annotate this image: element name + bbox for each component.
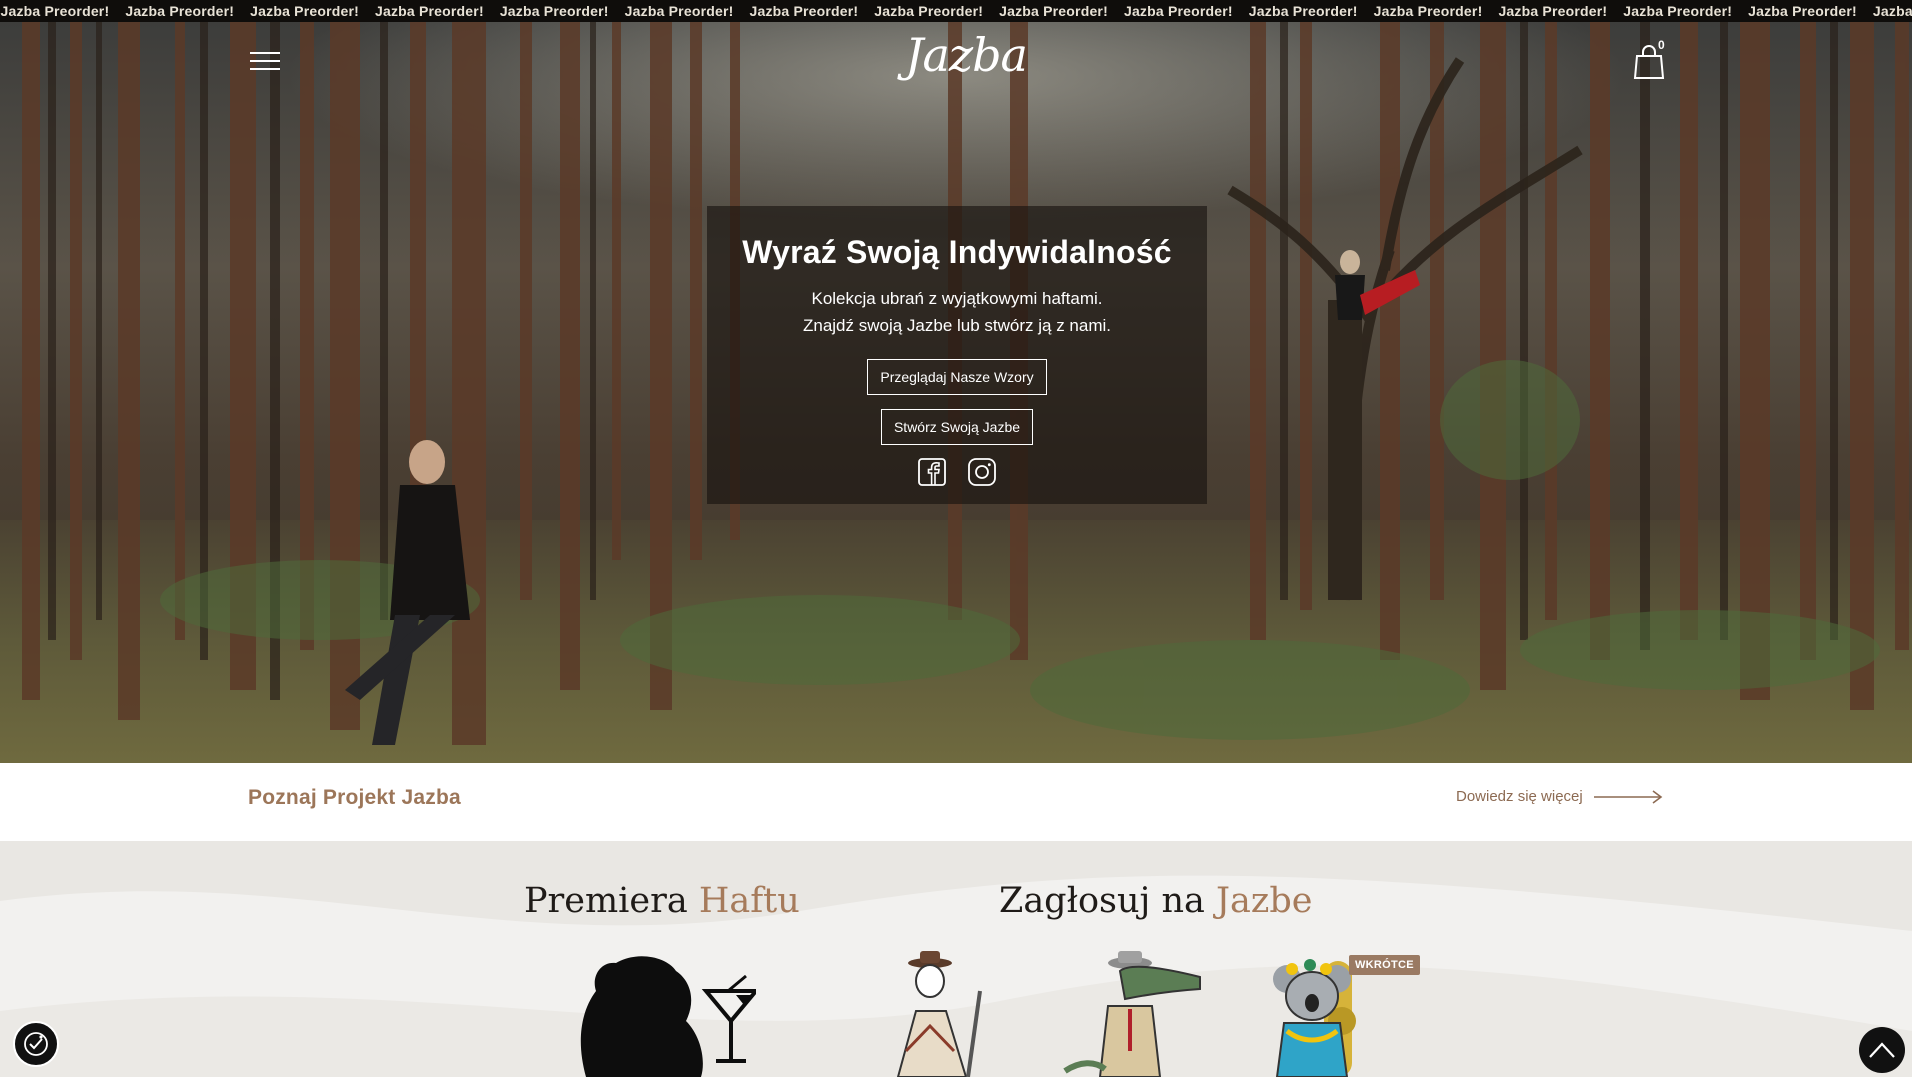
premiere-title-accent: Haftu [698,881,800,921]
premiere-bear-embroidery-image[interactable] [556,951,756,1077]
marquee-item: Jazba Preorder! [749,3,859,19]
marquee-item: Jazba Preorder! [250,3,359,19]
facebook-icon[interactable] [917,457,947,487]
marquee-item: Jazba Preorder! [0,3,110,19]
coming-soon-badge: WKRÓTCE [1349,955,1420,975]
cart-count-badge: 0 [1658,38,1665,52]
marquee-item: Jazba Preorder! [125,3,235,19]
chevron-up-icon [1869,1042,1895,1058]
about-title: Poznaj Projekt Jazba [248,786,461,809]
premiere-title: Premiera Haftu [524,881,800,921]
hero-subtitle: Kolekcja ubrań z wyjątkowymi haftami. Zn… [707,285,1207,339]
scroll-to-top-button[interactable] [1859,1027,1905,1073]
featured-section: Premiera Haftu Zagłosuj na Jazbe WKRÓTCE [0,841,1912,1077]
vote-llama-embroidery-image[interactable] [888,951,998,1077]
marquee-track: er!Jazba Preorder!Jazba Preorder!Jazba P… [0,3,1912,19]
marquee-item: Jazba Preorder! [624,3,734,19]
marquee-item: Jazba Preorder! [1123,3,1233,19]
hero-panel: Wyraź Swoją Indywidalność Kolekcja ubrań… [707,206,1207,504]
marquee-item: Jazba Preorder! [1248,3,1358,19]
marquee-item: Jazba Preorder! [1498,3,1608,19]
learn-more-link[interactable]: Dowiedz się więcej [1456,788,1663,805]
marquee-item: Jazba Preorder! [499,3,609,19]
social-links [707,457,1207,487]
learn-more-label: Dowiedz się więcej [1456,788,1583,805]
accessibility-icon [24,1032,48,1056]
marquee-item: Jazba Preorder! [374,3,484,19]
about-strip: Poznaj Projekt Jazba Dowiedz się więcej [0,763,1912,841]
hero-subtitle-line-2: Znajdź swoją Jazbe lub stwórz ją z nami. [802,316,1112,335]
marquee-item: Jazba Preorder! [1373,3,1483,19]
hero-section: Jazba 0 Wyraź Swoją Indywidalność Kolekc… [0,0,1912,763]
create-jazba-button[interactable]: Stwórz Swoją Jazbe [880,409,1034,445]
instagram-icon[interactable] [967,457,997,487]
vote-crocodile-embroidery-image[interactable] [1060,951,1210,1077]
marquee-item: Jazba Preorder! [874,3,984,19]
announcement-marquee: er!Jazba Preorder!Jazba Preorder!Jazba P… [0,0,1912,22]
marquee-item: Jazba Preorder! [999,3,1108,19]
hero-title: Wyraź Swoją Indywidalność [742,234,1172,270]
hamburger-menu-icon[interactable] [250,52,280,74]
long-arrow-right-icon [1593,789,1663,804]
marquee-item: Jazba Preorder! [1623,3,1733,19]
premiere-title-text: Premiera [524,881,699,921]
logo[interactable]: Jazba [905,26,1028,90]
browse-designs-button[interactable]: Przeglądaj Nasze Wzory [867,359,1047,395]
marquee-item: Jazba Preorder! [1748,3,1857,19]
vote-title-accent: Jazbe [1216,881,1313,921]
logo-text: Jazba [905,28,1028,82]
marquee-item: Jazba Preorder! [1872,3,1912,19]
vote-title-text: Zagłosuj na [999,881,1217,921]
vote-title: Zagłosuj na Jazbe [999,881,1313,921]
hero-subtitle-line-1: Kolekcja ubrań z wyjątkowymi haftami. [811,289,1103,308]
accessibility-button[interactable] [13,1021,59,1067]
